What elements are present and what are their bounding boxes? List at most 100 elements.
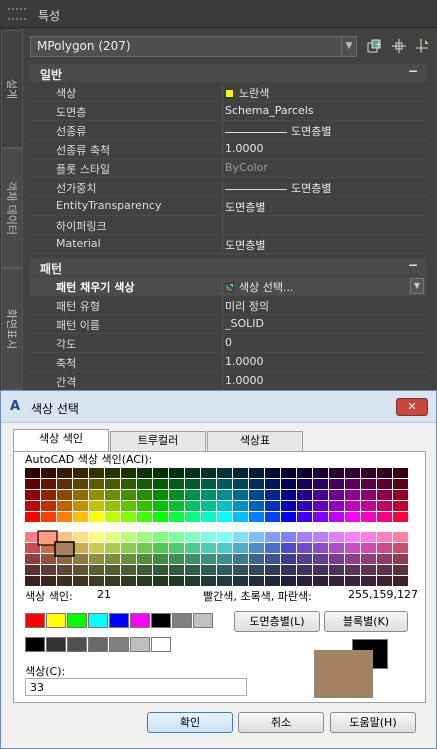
aci-color-cell[interactable]	[265, 512, 280, 522]
property-value[interactable]: 1.0000	[225, 372, 426, 390]
aci-color-cell[interactable]	[89, 565, 104, 575]
aci-color-cell[interactable]	[169, 468, 184, 478]
category-pattern[interactable]: 패턴 −	[30, 258, 426, 276]
aci-color-cell[interactable]	[233, 501, 248, 511]
aci-color-cell[interactable]	[137, 554, 152, 564]
aci-color-cell[interactable]	[249, 512, 264, 522]
aci-color-cell[interactable]	[393, 554, 408, 564]
aci-color-cell[interactable]	[185, 490, 200, 500]
toggle-pickadd-icon[interactable]: +	[365, 38, 383, 56]
aci-color-cell[interactable]	[73, 490, 88, 500]
aci-color-cell[interactable]	[73, 479, 88, 489]
aci-color-cell[interactable]	[281, 512, 296, 522]
aci-color-cell[interactable]	[57, 532, 72, 542]
aci-color-cell[interactable]	[329, 576, 344, 586]
property-row[interactable]: Material 도면층별	[30, 235, 426, 254]
aci-color-cell[interactable]	[121, 565, 136, 575]
aci-color-cell[interactable]	[105, 554, 120, 564]
byblock-button[interactable]: 블록별(K)	[324, 611, 408, 632]
aci-color-cell[interactable]	[345, 501, 360, 511]
aci-color-cell[interactable]	[57, 468, 72, 478]
aci-color-cell[interactable]	[105, 490, 120, 500]
dialog-title-bar[interactable]: A 색상 선택 ✕	[1, 391, 436, 423]
aci-color-cell[interactable]	[265, 501, 280, 511]
aci-color-cell[interactable]	[361, 554, 376, 564]
aci-color-cell[interactable]	[393, 532, 408, 542]
aci-color-cell[interactable]	[25, 479, 40, 489]
aci-color-cell[interactable]	[329, 490, 344, 500]
aci-color-cell[interactable]	[25, 512, 40, 522]
property-value[interactable]: Schema_Parcels	[225, 102, 426, 120]
chevron-down-icon[interactable]: ▼	[410, 278, 424, 294]
color-chip[interactable]	[46, 613, 66, 628]
property-row[interactable]: 패턴 이름 _SOLID	[30, 315, 426, 334]
property-row[interactable]: 축척 1.0000	[30, 353, 426, 372]
aci-color-cell[interactable]	[201, 468, 216, 478]
chevron-down-icon[interactable]: ▼	[341, 37, 356, 56]
aci-color-cell[interactable]	[377, 501, 392, 511]
grip-icon[interactable]	[8, 8, 26, 20]
aci-color-cell[interactable]	[201, 532, 216, 542]
aci-color-cell[interactable]	[25, 468, 40, 478]
aci-color-cell[interactable]	[393, 565, 408, 575]
aci-color-cell[interactable]	[105, 532, 120, 542]
aci-color-cell[interactable]	[217, 532, 232, 542]
aci-color-cell[interactable]	[73, 543, 88, 553]
select-objects-icon[interactable]	[390, 38, 408, 56]
property-value[interactable]: 미리 정의	[225, 296, 426, 314]
aci-color-cell[interactable]	[313, 490, 328, 500]
aci-color-cell[interactable]	[217, 565, 232, 575]
aci-color-cell[interactable]	[121, 554, 136, 564]
aci-color-cell[interactable]	[185, 554, 200, 564]
aci-color-cell[interactable]	[329, 479, 344, 489]
aci-color-cell[interactable]	[377, 468, 392, 478]
aci-color-cell[interactable]	[57, 512, 72, 522]
color-chip[interactable]	[109, 637, 129, 652]
property-value[interactable]: 도면층별	[225, 197, 426, 215]
color-chip[interactable]	[25, 613, 45, 628]
aci-color-cell[interactable]	[137, 532, 152, 542]
aci-color-cell[interactable]	[393, 468, 408, 478]
property-value[interactable]: ByColor	[225, 159, 426, 177]
aci-color-cell[interactable]	[185, 565, 200, 575]
color-chip[interactable]	[193, 613, 213, 628]
aci-color-cell[interactable]	[281, 554, 296, 564]
aci-color-cell[interactable]	[217, 479, 232, 489]
aci-color-cell[interactable]	[153, 468, 168, 478]
aci-color-cell[interactable]	[249, 479, 264, 489]
property-row[interactable]: 색상 노란색	[30, 83, 426, 102]
color-chip[interactable]	[109, 613, 129, 628]
help-button[interactable]: 도움말(H)	[330, 712, 416, 733]
aci-color-cell[interactable]	[105, 468, 120, 478]
aci-color-cell[interactable]	[57, 490, 72, 500]
aci-color-cell[interactable]	[249, 543, 264, 553]
aci-color-cell[interactable]	[281, 479, 296, 489]
aci-color-cell[interactable]	[201, 490, 216, 500]
aci-color-cell[interactable]	[329, 554, 344, 564]
aci-color-cell[interactable]	[265, 490, 280, 500]
aci-color-cell[interactable]	[185, 501, 200, 511]
aci-color-cell[interactable]	[89, 532, 104, 542]
aci-color-cell[interactable]	[297, 543, 312, 553]
property-value[interactable]: 0	[225, 334, 426, 352]
collapse-icon[interactable]: −	[408, 258, 418, 272]
aci-color-cell[interactable]	[201, 565, 216, 575]
property-value[interactable]: 도면층별	[225, 178, 426, 196]
property-value[interactable]: 도면층별	[225, 121, 426, 139]
aci-color-cell[interactable]	[377, 554, 392, 564]
aci-color-cell[interactable]	[393, 512, 408, 522]
aci-color-cell[interactable]	[297, 576, 312, 586]
color-chip[interactable]	[130, 637, 150, 652]
quick-select-icon[interactable]	[414, 38, 432, 56]
property-row[interactable]: 패턴 유형 미리 정의	[30, 296, 426, 315]
palette-title-bar[interactable]: 특성	[0, 0, 437, 28]
aci-color-cell[interactable]	[121, 501, 136, 511]
aci-color-cell[interactable]	[185, 532, 200, 542]
aci-color-cell[interactable]	[393, 490, 408, 500]
aci-color-cell[interactable]	[153, 532, 168, 542]
aci-color-cell[interactable]	[121, 576, 136, 586]
aci-color-cell[interactable]	[169, 490, 184, 500]
aci-color-cell[interactable]	[137, 512, 152, 522]
aci-color-cell[interactable]	[361, 512, 376, 522]
aci-color-cell[interactable]	[137, 543, 152, 553]
